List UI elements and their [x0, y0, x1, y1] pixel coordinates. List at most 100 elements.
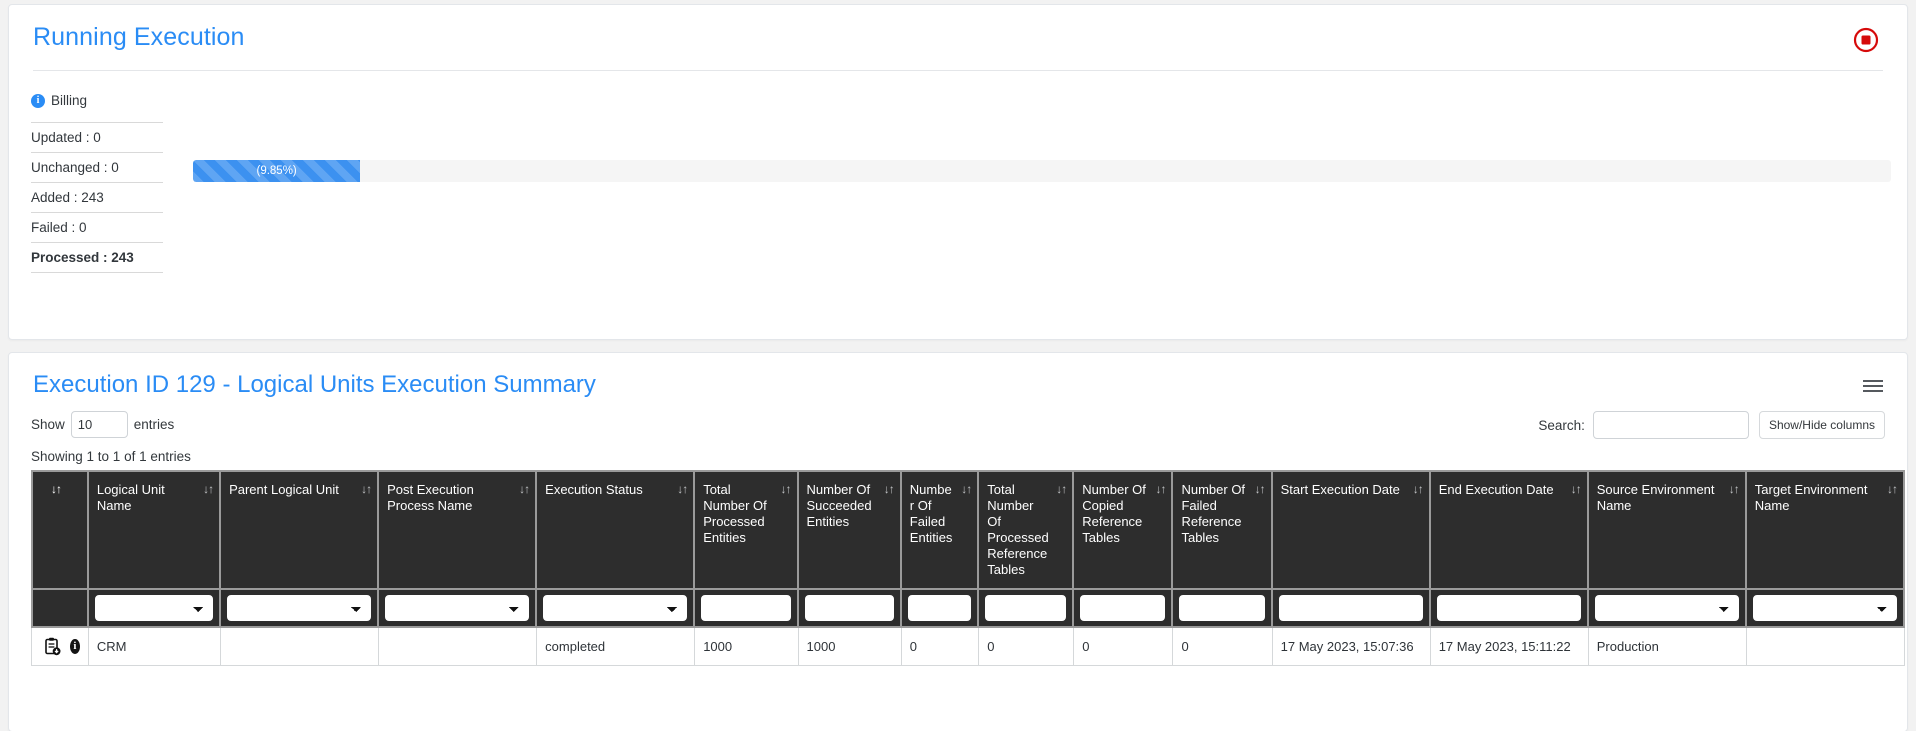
clipboard-download-icon[interactable] [44, 637, 61, 656]
column-header-label: Number Of Failed Entities [909, 482, 953, 545]
search-input[interactable] [1592, 411, 1749, 439]
filter-select[interactable] [1594, 595, 1739, 621]
filter-select[interactable] [227, 595, 372, 621]
show-hide-columns-button[interactable]: Show/Hide columns [1758, 411, 1885, 439]
filter-cell [695, 590, 799, 628]
sort-both-icon[interactable]: ↓↑ [1056, 483, 1067, 495]
filter-input[interactable] [1080, 595, 1166, 621]
filter-input[interactable] [985, 595, 1067, 621]
column-header-number-of-failed-reference-tables[interactable]: Number Of Failed Reference Tables ↓↑ [1173, 470, 1273, 590]
stop-record-icon[interactable] [1853, 27, 1879, 53]
filter-cell [1272, 590, 1431, 628]
datatable-info: Showing 1 to 1 of 1 entries [31, 449, 191, 464]
billing-stats-list: Updated : 0 Unchanged : 0 Added : 243 Fa… [31, 122, 163, 273]
filter-cell [1746, 590, 1905, 628]
column-header-start-execution-date[interactable]: Start Execution Date ↓↑ [1272, 470, 1431, 590]
stat-updated: Updated : 0 [31, 122, 163, 152]
filter-input[interactable] [1179, 595, 1265, 621]
sort-both-icon[interactable]: ↓↑ [361, 483, 372, 495]
app-root: Running Execution i Billing Updated : 0 … [0, 0, 1916, 731]
column-header-total-number-of-processed-reference-tables[interactable]: Total Number Of Processed Reference Tabl… [979, 470, 1075, 590]
column-header-parent-logical-unit[interactable]: Parent Logical Unit ↓↑ [221, 470, 380, 590]
sort-both-icon[interactable]: ↓↑ [1155, 483, 1166, 495]
column-header-logical-unit-name[interactable]: Logical Unit Name ↓↑ [88, 470, 222, 590]
column-header-number-of-succeeded-entities[interactable]: Number Of Succeeded Entities ↓↑ [798, 470, 902, 590]
filter-select[interactable] [94, 595, 214, 621]
filter-cell [1430, 590, 1589, 628]
page-length-input[interactable] [70, 411, 128, 438]
filter-select[interactable] [543, 595, 688, 621]
column-header-label: Post Execution Process Name [387, 482, 474, 513]
sort-both-icon[interactable]: ↓↑ [1413, 483, 1424, 495]
filter-cell [31, 590, 89, 628]
table-cell [379, 628, 538, 666]
table-filter-row [31, 590, 1905, 628]
column-header-label: End Execution Date [1438, 482, 1554, 497]
stat-failed: Failed : 0 [31, 212, 163, 242]
column-header-sort[interactable]: ↓↑ [31, 470, 89, 590]
filter-input[interactable] [804, 595, 894, 621]
sort-both-icon[interactable]: ↓↑ [781, 483, 792, 495]
progress-bar-fill: (9.85%) [193, 160, 361, 182]
datatable-right-controls: Search: Show/Hide columns [1538, 411, 1885, 439]
filter-input[interactable] [907, 595, 972, 621]
table-cell: 1000 [798, 628, 902, 666]
sort-both-icon[interactable]: ↓↑ [519, 483, 530, 495]
info-icon[interactable]: i [70, 639, 80, 654]
filter-input[interactable] [1278, 595, 1423, 621]
sort-both-icon[interactable]: ↓↑ [203, 483, 214, 495]
filter-cell [901, 590, 980, 628]
column-header-target-environment-name[interactable]: Target Environment Name ↓↑ [1746, 470, 1905, 590]
column-header-label: Source Environment Name [1596, 482, 1715, 513]
filter-input[interactable] [1436, 595, 1581, 621]
stat-processed: Processed : 243 [31, 242, 163, 273]
table-header-row: ↓↑ Logical Unit Name ↓↑ Parent Logical Unit… [31, 470, 1905, 590]
hamburger-menu-icon[interactable] [1863, 377, 1883, 395]
filter-cell [798, 590, 902, 628]
column-header-number-of-failed-entities[interactable]: Number Of Failed Entities ↓↑ [901, 470, 980, 590]
sort-both-icon[interactable]: ↓↑ [1729, 483, 1740, 495]
column-header-label: Total Number Of Processed Reference Tabl… [987, 482, 1049, 577]
sort-both-icon[interactable]: ↓↑ [1887, 483, 1898, 495]
column-header-label: Parent Logical Unit [229, 482, 339, 497]
column-header-execution-status[interactable]: Execution Status ↓↑ [537, 470, 696, 590]
column-header-number-of-copied-reference-tables[interactable]: Number Of Copied Reference Tables ↓↑ [1074, 470, 1174, 590]
info-icon: i [31, 93, 45, 108]
search-control: Search: [1538, 411, 1749, 439]
column-header-label: Number Of Succeeded Entities [806, 482, 872, 529]
column-header-post-execution-process-name[interactable]: Post Execution Process Name ↓↑ [379, 470, 538, 590]
filter-cell [979, 590, 1075, 628]
filter-cell [1588, 590, 1747, 628]
table-row[interactable]: i CRM completed 1000 1000 0 0 0 0 17 May 2023, 15… [31, 628, 1905, 666]
table-cell: 17 May 2023, 15:07:36 [1272, 628, 1431, 666]
sort-both-icon[interactable]: ↓↑ [677, 483, 688, 495]
filter-input[interactable] [701, 595, 791, 621]
column-header-label: Execution Status [545, 482, 643, 497]
stat-added: Added : 243 [31, 182, 163, 212]
sort-both-icon[interactable]: ↓↑ [1571, 483, 1582, 495]
filter-cell [221, 590, 380, 628]
table-cell [1746, 628, 1905, 666]
column-header-label: Logical Unit Name [96, 482, 165, 513]
billing-label: Billing [51, 93, 88, 108]
table-cell [221, 628, 380, 666]
filter-cell [88, 590, 222, 628]
filter-cell [1173, 590, 1273, 628]
column-header-end-execution-date[interactable]: End Execution Date ↓↑ [1430, 470, 1589, 590]
filter-select[interactable] [385, 595, 530, 621]
sort-both-icon[interactable]: ↓↑ [961, 483, 972, 495]
table-cell: 0 [1074, 628, 1174, 666]
table-cell: 1000 [695, 628, 799, 666]
sort-both-icon[interactable]: ↓↑ [1255, 483, 1266, 495]
table-head: ↓↑ Logical Unit Name ↓↑ Parent Logical Unit… [31, 470, 1905, 628]
sort-descending-icon[interactable]: ↓↑ [51, 483, 62, 495]
progress-area: (9.85%) [163, 108, 1907, 273]
column-header-total-number-of-processed-entities[interactable]: Total Number Of Processed Entities ↓↑ [695, 470, 799, 590]
sort-both-icon[interactable]: ↓↑ [884, 483, 895, 495]
column-header-source-environment-name[interactable]: Source Environment Name ↓↑ [1588, 470, 1747, 590]
execution-summary-panel: Execution ID 129 - Logical Units Executi… [8, 352, 1908, 731]
filter-select[interactable] [1752, 595, 1897, 621]
column-header-label: Start Execution Date [1280, 482, 1400, 497]
table-cell: Production [1588, 628, 1747, 666]
page-length-control: Show entries [31, 411, 174, 438]
